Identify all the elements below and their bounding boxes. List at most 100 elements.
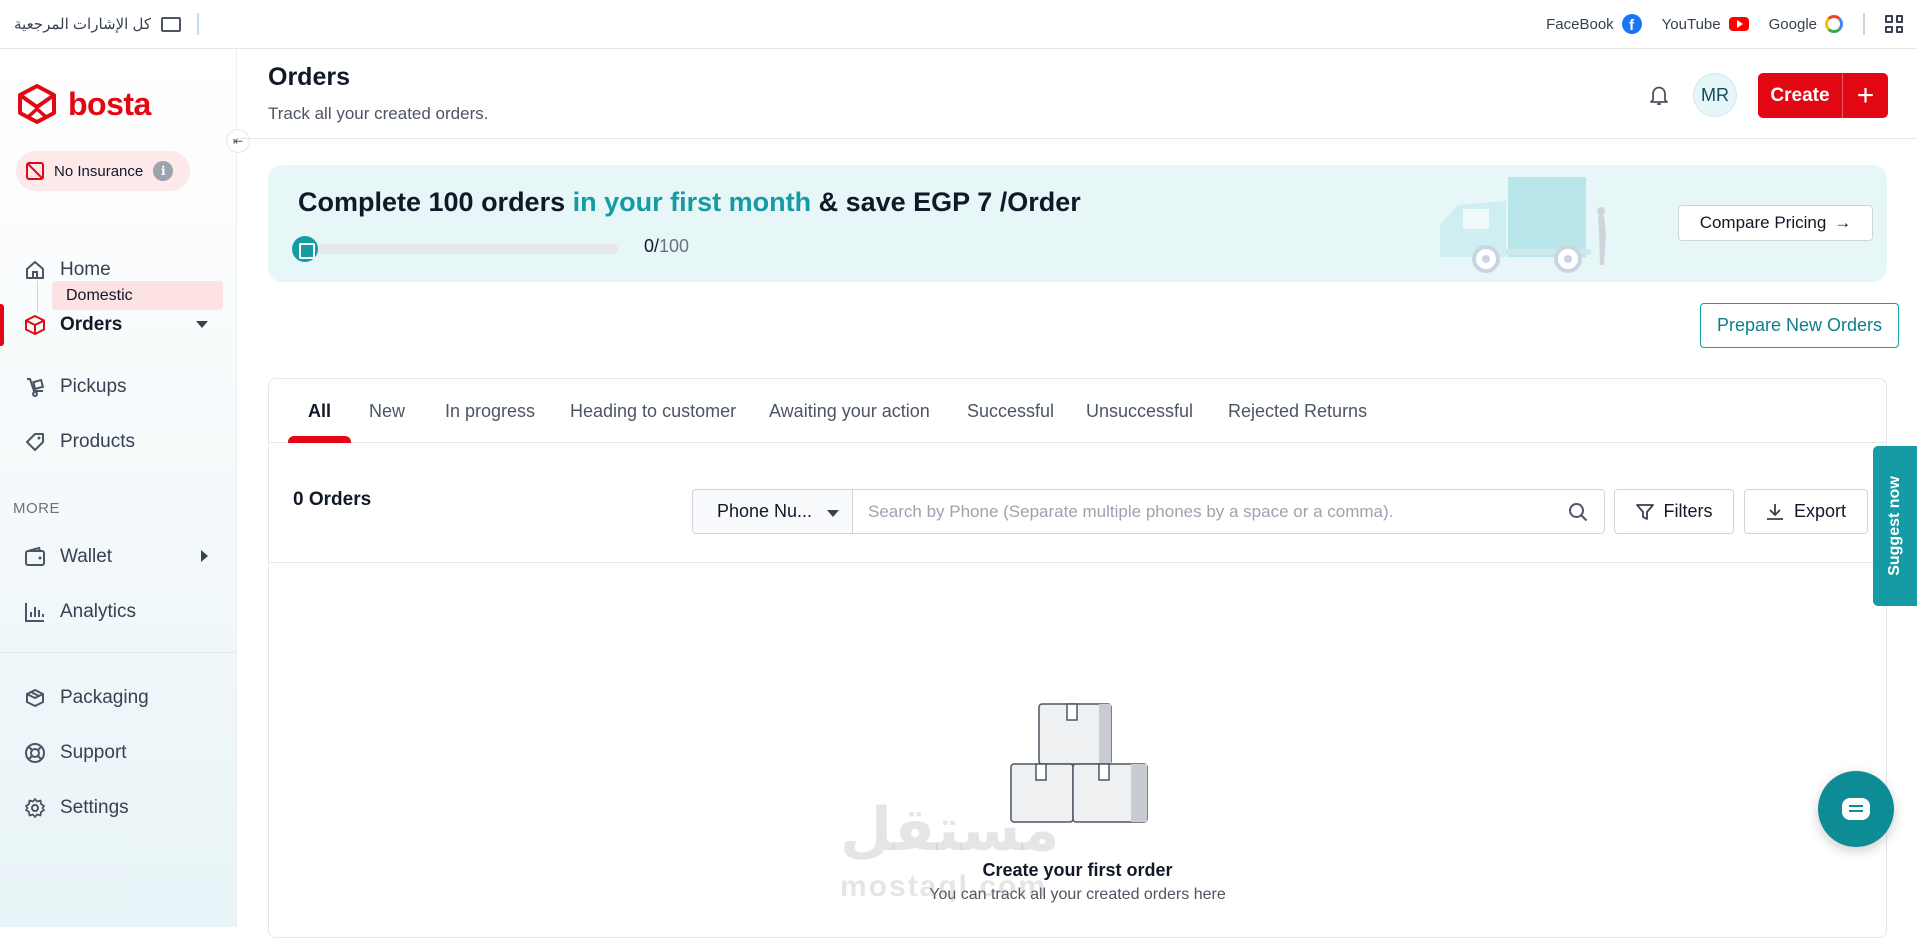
sidebar-item-pickups[interactable]: Pickups — [0, 364, 236, 410]
tab-new[interactable]: New — [369, 379, 405, 443]
page-subtitle: Track all your created orders. — [268, 104, 489, 123]
info-icon[interactable]: i — [153, 161, 174, 181]
bosta-logo-icon — [18, 84, 56, 124]
apps-grid-icon[interactable] — [1885, 15, 1903, 33]
suggest-now-tab[interactable]: Suggest now — [1873, 446, 1917, 606]
sidebar-item-settings[interactable]: Settings — [0, 785, 236, 831]
filters-label: Filters — [1663, 501, 1713, 521]
tab-awaiting-your-action[interactable]: Awaiting your action — [769, 379, 930, 443]
analytics-icon — [24, 601, 46, 623]
sidebar-item-label: Home — [60, 259, 111, 280]
bookmark-google[interactable]: Google — [1769, 15, 1843, 33]
progress-total: 100 — [659, 236, 690, 256]
order-status-tabs: All New In progress Heading to customer … — [269, 379, 1886, 443]
insurance-label: No Insurance — [54, 162, 144, 180]
search-type-select[interactable]: Phone Nu... — [692, 489, 854, 534]
prepare-new-orders-label: Prepare New Orders — [1716, 315, 1883, 335]
sidebar-item-label: Orders — [60, 314, 123, 335]
gear-icon — [24, 797, 46, 819]
sidebar-item-label: Analytics — [60, 601, 137, 622]
search-icon[interactable] — [1568, 502, 1588, 522]
all-bookmarks-button[interactable]: كل الإشارات المرجعية — [14, 0, 181, 48]
sidebar-item-label: Settings — [60, 797, 129, 818]
sidebar-item-label: Wallet — [60, 546, 113, 567]
filter-icon — [1635, 503, 1654, 520]
no-insurance-icon — [26, 162, 44, 180]
tab-successful[interactable]: Successful — [967, 379, 1054, 443]
promo-title-part: & save EGP 7 /Order — [811, 187, 1081, 217]
orders-box-icon — [24, 314, 46, 336]
empty-state-subtitle: You can track all your created orders he… — [929, 886, 1226, 903]
facebook-icon: f — [1621, 14, 1642, 34]
wallet-icon — [24, 546, 46, 568]
submenu-line — [37, 281, 38, 313]
tab-heading-to-customer[interactable]: Heading to customer — [570, 379, 736, 443]
progress-box-icon — [292, 236, 318, 262]
search-input[interactable]: Search by Phone (Separate multiple phone… — [852, 489, 1605, 534]
chat-icon — [1842, 798, 1870, 820]
bookmarks-divider — [1863, 13, 1865, 35]
compare-pricing-button[interactable]: Compare Pricing → — [1678, 205, 1873, 241]
export-button[interactable]: Export — [1744, 489, 1868, 534]
bookmarks-separator — [197, 13, 199, 35]
support-icon — [24, 742, 46, 764]
collapse-icon: ⇤ — [232, 134, 244, 148]
tab-rejected-returns[interactable]: Rejected Returns — [1228, 379, 1367, 443]
progress-done: 0 — [644, 236, 655, 256]
page-title: Orders — [268, 63, 350, 91]
prepare-new-orders-button[interactable]: Prepare New Orders — [1700, 303, 1899, 348]
sidebar-item-products[interactable]: Products — [0, 419, 236, 465]
bookmark-facebook[interactable]: FaceBook f — [1546, 14, 1642, 34]
sidebar-subitem-label: Domestic — [66, 286, 133, 304]
compare-pricing-label: Compare Pricing — [1699, 213, 1827, 232]
promo-title-highlight: in your first month — [572, 187, 812, 217]
search-type-value: Phone Nu... — [717, 501, 813, 521]
create-label: Create — [1770, 84, 1830, 106]
brand-name: bosta — [68, 85, 151, 122]
sidebar-subitem-domestic[interactable]: Domestic — [52, 281, 223, 310]
filters-button[interactable]: Filters — [1614, 489, 1734, 534]
download-icon — [1766, 503, 1783, 520]
pickups-icon — [24, 376, 46, 398]
collapse-sidebar-button[interactable]: ⇤ — [226, 129, 250, 153]
google-icon — [1825, 15, 1843, 33]
bookmark-facebook-label: FaceBook — [1546, 15, 1614, 33]
chevron-down-icon — [196, 321, 208, 328]
sidebar-item-wallet[interactable]: Wallet — [0, 534, 236, 580]
progress-counter: 0/100 — [644, 236, 689, 257]
bell-icon[interactable] — [1648, 84, 1670, 106]
all-bookmarks-label: كل الإشارات المرجعية — [14, 16, 151, 33]
tag-icon — [24, 431, 46, 453]
promo-banner: Complete 100 orders in your first month … — [268, 165, 1887, 282]
header-divider — [237, 138, 1917, 139]
delivery-truck-illustration — [1440, 177, 1606, 273]
sidebar-item-support[interactable]: Support — [0, 730, 236, 776]
bookmark-youtube[interactable]: YouTube — [1662, 16, 1749, 33]
sidebar-item-label: Products — [60, 431, 135, 452]
bookmark-google-label: Google — [1768, 15, 1817, 33]
tab-all[interactable]: All — [287, 379, 352, 443]
more-section-label: MORE — [13, 500, 60, 517]
bosta-logo[interactable]: bosta — [16, 83, 151, 125]
sidebar-item-analytics[interactable]: Analytics — [0, 589, 236, 635]
youtube-icon — [1728, 17, 1749, 31]
tab-unsuccessful[interactable]: Unsuccessful — [1086, 379, 1193, 443]
bookmarks-bar: كل الإشارات المرجعية FaceBook f YouTube … — [0, 0, 1917, 49]
export-label: Export — [1793, 501, 1847, 521]
plus-icon[interactable]: + — [1842, 73, 1888, 118]
tab-in-progress[interactable]: In progress — [445, 379, 535, 443]
folder-icon — [161, 16, 181, 32]
sidebar-divider — [0, 652, 236, 653]
packaging-icon — [24, 687, 46, 709]
home-icon — [24, 259, 46, 281]
mostaql-watermark-text: mostaql.com — [840, 870, 1048, 903]
create-button[interactable]: Create + — [1758, 73, 1888, 118]
insurance-badge[interactable]: No Insurance i — [16, 151, 190, 191]
chat-launcher-button[interactable] — [1818, 771, 1894, 847]
sidebar-item-packaging[interactable]: Packaging — [0, 675, 236, 721]
user-avatar[interactable]: MR — [1693, 73, 1737, 117]
chevron-right-icon — [201, 550, 208, 562]
orders-progress-bar — [312, 244, 618, 254]
promo-title-part: Complete 100 orders — [298, 187, 573, 217]
arrow-right-icon: → — [1834, 213, 1852, 232]
